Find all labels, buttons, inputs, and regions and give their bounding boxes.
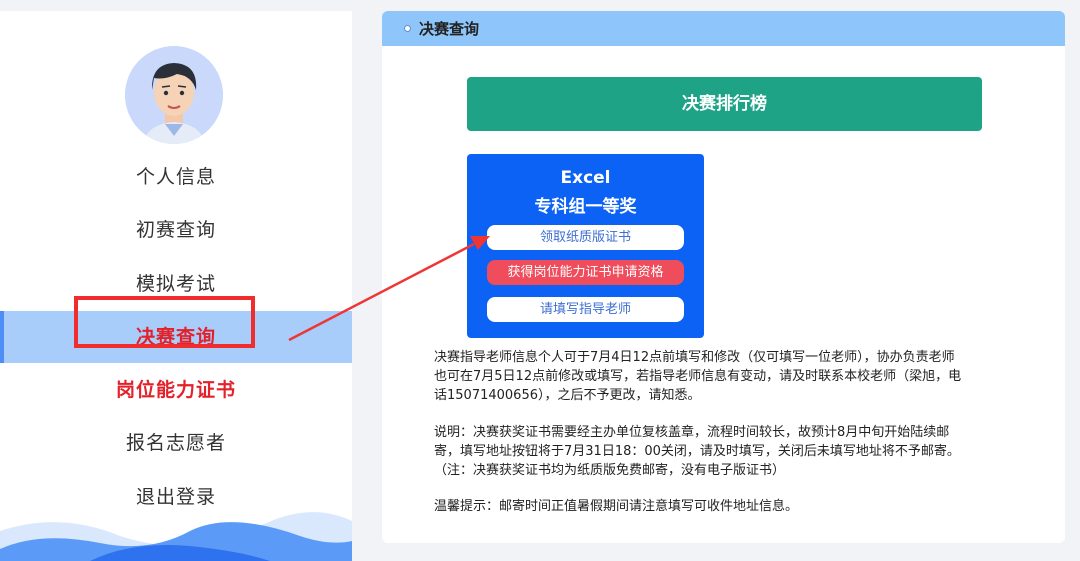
avatar-illustration xyxy=(125,46,223,144)
teacher-notice-line-1: 决赛指导老师信息个人可于7月4日12点前填写和修改（仅可填写一位老师），协办负责… xyxy=(434,350,955,365)
certificate-description: 说明：决赛获奖证书需要经主办单位复核盖章，流程时间较长，故预计8月中旬开始陆续邮… xyxy=(434,423,1014,480)
menu-job-certificate[interactable]: 岗位能力证书 xyxy=(0,364,352,416)
description-line-2: 寄，填写地址按钮将于7月31日18：00关闭，请及时填写，关闭后未填写地址将不予… xyxy=(434,444,960,459)
award-subject: Excel xyxy=(560,168,611,188)
award-card: Excel 专科组一等奖 领取纸质版证书 获得岗位能力证书申请资格 请填写指导老… xyxy=(467,154,704,338)
user-avatar xyxy=(125,46,223,144)
panel-title: 决赛查询 xyxy=(419,20,480,38)
final-query-highlight-box xyxy=(74,296,255,348)
fill-instructor-button[interactable]: 请填写指导老师 xyxy=(487,297,684,322)
warm-tip: 温馨提示：邮寄时间正值暑假期间请注意填写可收件地址信息。 xyxy=(434,499,799,514)
menu-volunteer-signup[interactable]: 报名志愿者 xyxy=(0,417,352,469)
teacher-notice-line-2: 也可在7月5日12点前修改或填写，若指导老师信息有变动，请及时联系本校老师（梁旭… xyxy=(434,369,962,384)
decorative-wave xyxy=(0,512,352,561)
final-query-panel: 决赛查询 决赛排行榜 Excel 专科组一等奖 领取纸质版证书 获得岗位能力证书… xyxy=(382,11,1065,543)
panel-header: 决赛查询 xyxy=(382,11,1065,46)
description-line-3: （注：决赛获奖证书均为纸质版免费邮寄，没有电子版证书） xyxy=(434,463,786,478)
teacher-notice: 决赛指导老师信息个人可于7月4日12点前填写和修改（仅可填写一位老师），协办负责… xyxy=(434,348,1014,405)
menu-preliminary-query[interactable]: 初赛查询 xyxy=(0,204,352,256)
teacher-notice-line-3: 话15071400656），之后不予更改，请知悉。 xyxy=(434,388,701,403)
award-level: 专科组一等奖 xyxy=(534,197,637,217)
bullet-icon xyxy=(404,25,411,32)
description-line-1: 说明：决赛获奖证书需要经主办单位复核盖章，流程时间较长，故预计8月中旬开始陆续邮 xyxy=(434,425,950,440)
sidebar: 个人信息 初赛查询 模拟考试 决赛查询 岗位能力证书 报名志愿者 退出登录 xyxy=(0,11,352,561)
final-leaderboard-button[interactable]: 决赛排行榜 xyxy=(467,77,982,131)
claim-paper-certificate-button[interactable]: 领取纸质版证书 xyxy=(487,225,684,250)
menu-personal-info[interactable]: 个人信息 xyxy=(0,151,352,203)
job-certificate-qualification-button[interactable]: 获得岗位能力证书申请资格 xyxy=(487,260,684,285)
